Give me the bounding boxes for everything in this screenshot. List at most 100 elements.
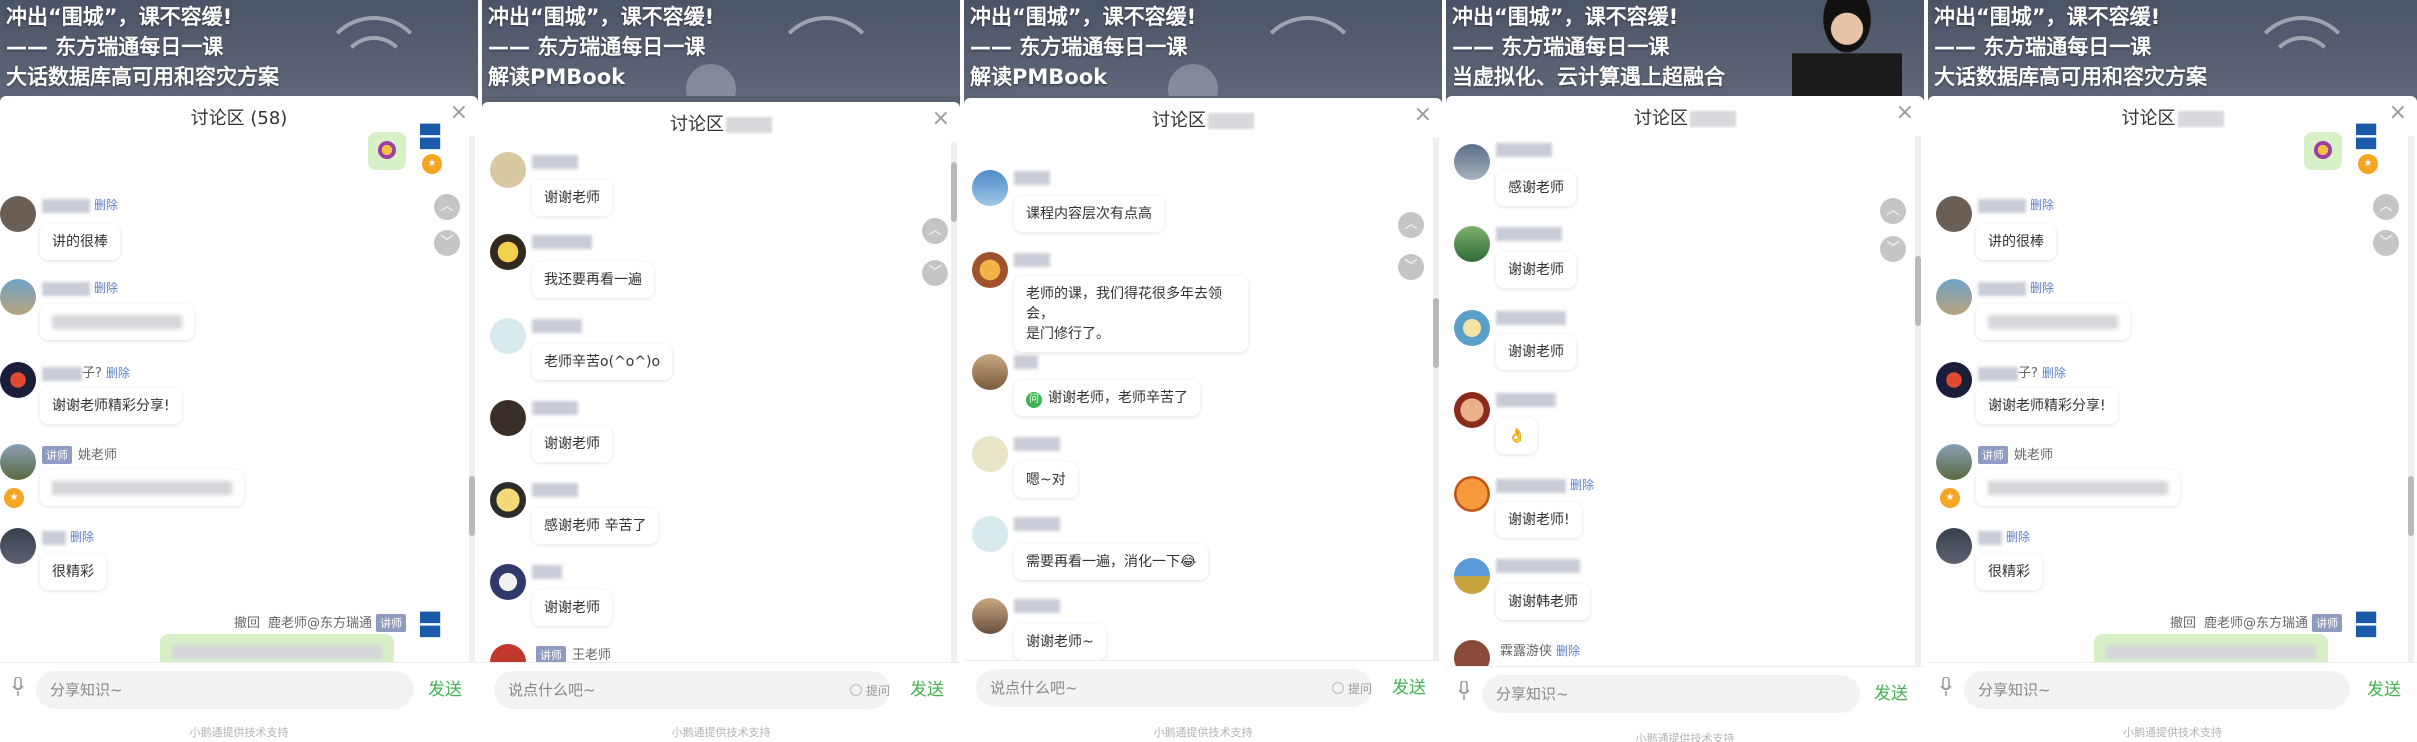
- avatar[interactable]: [1936, 279, 1972, 315]
- input-bar: 分享知识~ 发送: [1928, 662, 2417, 717]
- close-icon[interactable]: ×: [2389, 100, 2407, 125]
- avatar[interactable]: [490, 400, 526, 436]
- scroll-down-button[interactable]: ﹀: [2373, 230, 2399, 256]
- avatar[interactable]: [0, 528, 36, 564]
- microphone-icon[interactable]: [12, 677, 24, 697]
- delete-link[interactable]: 删除: [70, 530, 94, 544]
- delete-link[interactable]: 删除: [2030, 281, 2054, 295]
- avatar[interactable]: [490, 152, 526, 188]
- microphone-icon[interactable]: [1458, 681, 1470, 701]
- message-input[interactable]: 分享知识~: [1482, 675, 1860, 713]
- scrollbar-thumb[interactable]: [1433, 298, 1439, 368]
- send-button[interactable]: 发送: [1392, 673, 1426, 698]
- delete-link[interactable]: 删除: [2006, 530, 2030, 544]
- scroll-down-button[interactable]: ﹀: [922, 260, 948, 286]
- avatar[interactable]: [1936, 528, 1972, 564]
- banner-line-1: 冲出“围城”，课不容缓!: [1934, 5, 2161, 29]
- message-text: 谢谢老师: [544, 190, 600, 206]
- send-button[interactable]: 发送: [2367, 675, 2401, 700]
- message-input[interactable]: 分享知识~: [1964, 671, 2350, 709]
- delete-link[interactable]: 删除: [106, 366, 130, 380]
- close-icon[interactable]: ×: [1414, 102, 1432, 127]
- scrollbar[interactable]: [1915, 136, 1921, 666]
- message-input[interactable]: 分享知识~: [36, 671, 414, 709]
- delete-link[interactable]: 删除: [2042, 366, 2066, 380]
- avatar[interactable]: [490, 318, 526, 354]
- scrollbar[interactable]: [469, 136, 475, 676]
- teacher-avatar[interactable]: [0, 444, 36, 480]
- message-text: 谢谢韩老师: [1508, 594, 1578, 610]
- avatar[interactable]: [1454, 226, 1490, 262]
- avatar[interactable]: [1454, 392, 1490, 428]
- scrollbar[interactable]: [2408, 136, 2414, 676]
- user-name: [1014, 354, 1038, 369]
- avatar[interactable]: [490, 564, 526, 600]
- avatar[interactable]: [972, 598, 1008, 634]
- avatar[interactable]: [1936, 362, 1972, 398]
- scroll-up-button[interactable]: ︿: [434, 194, 460, 220]
- send-button[interactable]: 发送: [1874, 679, 1908, 704]
- delete-link[interactable]: 删除: [1556, 644, 1580, 658]
- user-name: [532, 318, 582, 333]
- avatar[interactable]: [490, 482, 526, 518]
- teacher-tag: 讲师: [1978, 446, 2008, 464]
- scroll-down-button[interactable]: ﹀: [1880, 236, 1906, 262]
- scrollbar[interactable]: [951, 142, 957, 662]
- scroll-down-button[interactable]: ﹀: [1398, 254, 1424, 280]
- send-button[interactable]: 发送: [910, 675, 944, 700]
- course-banner: 冲出“围城”，课不容缓! —— 东方瑞通每日一课 解读PMBook: [964, 0, 1442, 96]
- scrollbar-thumb[interactable]: [1915, 256, 1921, 326]
- teacher-avatar[interactable]: [1936, 444, 1972, 480]
- avatar[interactable]: [0, 279, 36, 315]
- input-bar: 说点什么吧~ 提问 发送: [482, 662, 960, 717]
- scroll-up-button[interactable]: ︿: [2373, 194, 2399, 220]
- message-bubble: 谢谢老师: [532, 590, 612, 626]
- message-input[interactable]: 说点什么吧~: [494, 671, 890, 709]
- avatar[interactable]: [1454, 144, 1490, 180]
- close-icon[interactable]: ×: [450, 100, 468, 125]
- avatar[interactable]: [490, 234, 526, 270]
- delete-link[interactable]: 删除: [94, 281, 118, 295]
- ask-question-radio[interactable]: 提问: [850, 682, 890, 699]
- recall-link[interactable]: 撤回: [234, 616, 260, 631]
- avatar[interactable]: [1936, 196, 1972, 232]
- avatar[interactable]: [972, 252, 1008, 288]
- avatar[interactable]: [972, 354, 1008, 390]
- scroll-down-button[interactable]: ﹀: [434, 230, 460, 256]
- recall-link[interactable]: 撤回: [2170, 616, 2196, 631]
- microphone-icon[interactable]: [1940, 677, 1952, 697]
- avatar[interactable]: [972, 170, 1008, 206]
- user-name: 霖露游侠 删除: [1500, 640, 1580, 659]
- avatar[interactable]: [1454, 476, 1490, 512]
- message-bubble: 很精彩: [40, 554, 106, 590]
- avatar[interactable]: [0, 362, 36, 398]
- avatar[interactable]: [972, 516, 1008, 552]
- message-input[interactable]: 说点什么吧~: [976, 669, 1372, 707]
- delete-link[interactable]: 删除: [1570, 478, 1594, 492]
- banner-line-1: 冲出“围城”，课不容缓!: [970, 5, 1197, 29]
- delete-link[interactable]: 删除: [2030, 198, 2054, 212]
- ask-question-radio[interactable]: 提问: [1332, 680, 1372, 697]
- message-bubble: [1976, 304, 2130, 340]
- delete-link[interactable]: 删除: [94, 198, 118, 212]
- avatar[interactable]: [1454, 310, 1490, 346]
- scroll-up-button[interactable]: ︿: [1398, 212, 1424, 238]
- close-icon[interactable]: ×: [1896, 100, 1914, 125]
- avatar[interactable]: [1454, 558, 1490, 594]
- panel-title: 讨论区: [1928, 104, 2417, 130]
- scrollbar-thumb[interactable]: [469, 476, 475, 536]
- banner-line-1: 冲出“围城”，课不容缓!: [6, 5, 233, 29]
- message-text: 谢谢老师: [544, 600, 600, 616]
- message-text: 谢谢老师精彩分享!: [1988, 398, 2106, 414]
- scroll-up-button[interactable]: ︿: [1880, 198, 1906, 224]
- scrollbar[interactable]: [1433, 138, 1439, 678]
- scrollbar-thumb[interactable]: [2408, 476, 2414, 536]
- banner-line-2: —— 东方瑞通每日一课: [6, 35, 224, 59]
- avatar[interactable]: [972, 436, 1008, 472]
- avatar[interactable]: [0, 196, 36, 232]
- send-button[interactable]: 发送: [428, 675, 462, 700]
- scrollbar-thumb[interactable]: [951, 162, 957, 222]
- close-icon[interactable]: ×: [932, 106, 950, 131]
- scroll-up-button[interactable]: ︿: [922, 218, 948, 244]
- message-text: 谢谢老师: [544, 436, 600, 452]
